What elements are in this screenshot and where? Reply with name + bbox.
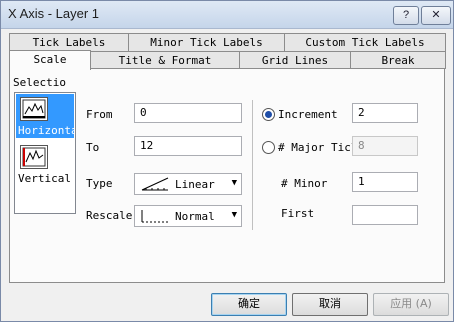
rescale-label: Rescale [86, 209, 133, 222]
first-label: First [281, 207, 315, 220]
selection-item-label: Vertical [18, 172, 71, 185]
title-bar: X Axis - Layer 1 ? ✕ [1, 1, 453, 29]
rescale-icon [140, 209, 170, 223]
selection-item-vertical[interactable]: Vertical [16, 142, 74, 186]
to-input[interactable]: 12 [134, 136, 242, 156]
tab-tick-labels[interactable]: Tick Labels [9, 33, 129, 51]
radio-selected-dot [265, 111, 272, 118]
cancel-button[interactable]: 取消 [292, 293, 368, 316]
column-divider [252, 100, 253, 230]
horizontal-axis-icon [20, 97, 48, 121]
increment-radio[interactable] [262, 108, 275, 121]
rescale-select[interactable]: Normal ▼ [134, 205, 242, 227]
first-input[interactable] [352, 205, 418, 225]
tab-scale[interactable]: Scale [9, 50, 91, 70]
tab-custom-tick-labels[interactable]: Custom Tick Labels [284, 33, 446, 51]
type-select-value: Linear [175, 178, 215, 191]
from-label: From [86, 108, 113, 121]
tab-title-format[interactable]: Title & Format [90, 51, 240, 69]
selection-item-horizontal[interactable]: Horizonta [16, 94, 74, 138]
from-input[interactable]: 0 [134, 103, 242, 123]
selection-list[interactable]: Horizonta Vertical [14, 92, 76, 214]
close-button[interactable]: ✕ [421, 6, 451, 25]
major-ticks-input[interactable]: 8 [352, 136, 418, 156]
tab-break[interactable]: Break [350, 51, 446, 69]
increment-input[interactable]: 2 [352, 103, 418, 123]
selection-label: Selectio [13, 76, 66, 89]
minor-ticks-label: # Minor [281, 177, 328, 190]
tab-minor-tick-labels[interactable]: Minor Tick Labels [128, 33, 285, 51]
linear-scale-icon [140, 177, 170, 191]
ok-button[interactable]: 确定 [211, 293, 287, 316]
window-title: X Axis - Layer 1 [8, 6, 100, 21]
vertical-axis-icon [20, 145, 48, 169]
rescale-select-value: Normal [175, 210, 215, 223]
apply-button[interactable]: 应用 (A) [373, 293, 449, 316]
chevron-down-icon: ▼ [231, 210, 237, 220]
type-label: Type [86, 177, 113, 190]
chevron-down-icon: ▼ [231, 178, 237, 188]
tab-grid-lines[interactable]: Grid Lines [239, 51, 351, 69]
major-ticks-label: # Major Ticl [278, 141, 358, 154]
help-button[interactable]: ? [393, 6, 419, 25]
to-label: To [86, 141, 100, 154]
selection-item-label: Horizonta [18, 124, 74, 137]
minor-ticks-input[interactable]: 1 [352, 172, 418, 192]
increment-label: Increment [278, 108, 338, 121]
major-ticks-radio[interactable] [262, 141, 275, 154]
type-select[interactable]: Linear ▼ [134, 173, 242, 195]
